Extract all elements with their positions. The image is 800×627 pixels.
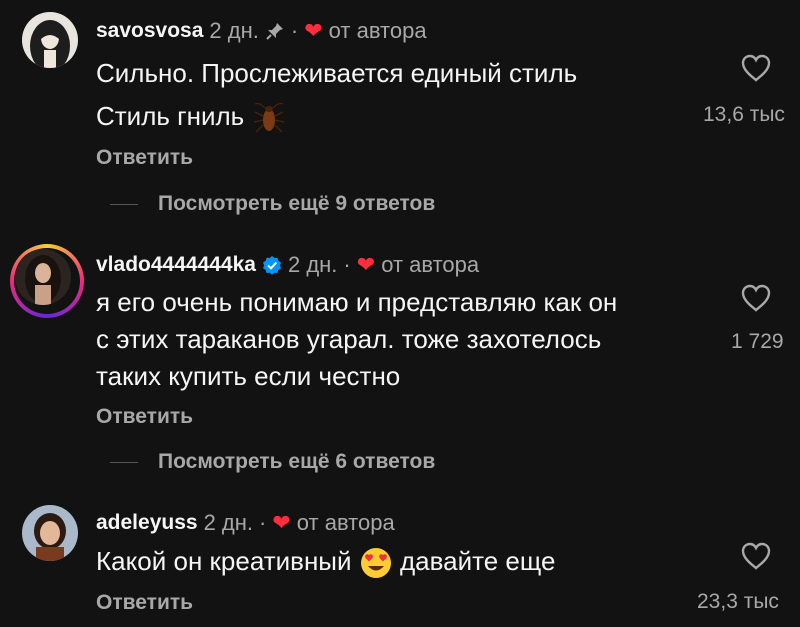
- heart-outline-icon[interactable]: [741, 54, 771, 82]
- comment-text: давайте еще: [400, 546, 556, 576]
- separator-dot: ·: [343, 252, 351, 277]
- comment-text: Стиль гниль: [96, 100, 245, 131]
- avatar[interactable]: [15, 249, 71, 305]
- comment-meta: savosvosa 2 дн. · ❤ от автора: [96, 18, 427, 44]
- like-count: 13,6 тыс: [703, 103, 785, 126]
- divider-line: [110, 461, 138, 463]
- heart-eyes-emoji: [360, 548, 391, 579]
- username[interactable]: vlado4444444ka: [96, 253, 256, 277]
- heart-outline-icon[interactable]: [741, 284, 771, 312]
- avatar[interactable]: [22, 12, 78, 68]
- timestamp: 2 дн.: [287, 252, 338, 277]
- reply-button[interactable]: Ответить: [96, 146, 193, 170]
- heart-icon: ❤: [304, 18, 323, 43]
- author-like-label: от автора: [381, 252, 480, 277]
- avatar-image: [22, 12, 78, 68]
- comment-text-line: Стиль гниль: [96, 100, 287, 136]
- view-more-replies[interactable]: Посмотреть ещё 6 ответов: [110, 450, 435, 474]
- comment-text-line: таких купить если честно: [96, 361, 401, 391]
- verified-icon: [262, 256, 281, 275]
- divider-line: [110, 203, 138, 205]
- username[interactable]: adeleyuss: [96, 511, 198, 535]
- timestamp: 2 дн.: [203, 510, 254, 535]
- comment-text-line: Сильно. Прослеживается единый стиль: [96, 58, 578, 88]
- author-like-label: от автора: [328, 18, 427, 43]
- username[interactable]: savosvosa: [96, 19, 203, 43]
- avatar-image: [15, 249, 71, 305]
- like-count: 23,3 тыс: [697, 590, 779, 613]
- timestamp: 2 дн.: [209, 18, 259, 43]
- pin-icon: [266, 23, 283, 40]
- avatar-image: [22, 505, 78, 561]
- comment-meta: adeleyuss 2 дн. · ❤ от автора: [96, 510, 395, 536]
- like-count: 1 729: [731, 330, 784, 353]
- reply-button[interactable]: Ответить: [96, 405, 193, 429]
- view-more-replies-label[interactable]: Посмотреть ещё 9 ответов: [158, 192, 435, 216]
- heart-icon: ❤: [356, 252, 376, 277]
- separator-dot: ·: [259, 510, 267, 535]
- view-more-replies[interactable]: Посмотреть ещё 9 ответов: [110, 192, 435, 216]
- heart-outline-icon[interactable]: [741, 542, 771, 570]
- comment-text-line: с этих тараканов угарал. тоже захотелось: [96, 324, 602, 354]
- reply-button[interactable]: Ответить: [96, 591, 193, 615]
- avatar[interactable]: [22, 505, 78, 561]
- comment-text: Какой он креативный: [96, 546, 352, 576]
- comment-text-line: Какой он креативный давайте еще: [96, 546, 555, 580]
- comment-text-line: я его очень понимаю и представляю как он: [96, 287, 618, 317]
- comment-meta: vlado4444444ka 2 дн. · ❤ от автора: [96, 252, 479, 278]
- heart-icon: ❤: [272, 510, 291, 535]
- cockroach-emoji: [254, 102, 285, 133]
- author-like-label: от автора: [296, 510, 395, 535]
- avatar-story-ring[interactable]: [10, 244, 84, 318]
- view-more-replies-label[interactable]: Посмотреть ещё 6 ответов: [158, 450, 435, 474]
- separator-dot: ·: [290, 18, 299, 43]
